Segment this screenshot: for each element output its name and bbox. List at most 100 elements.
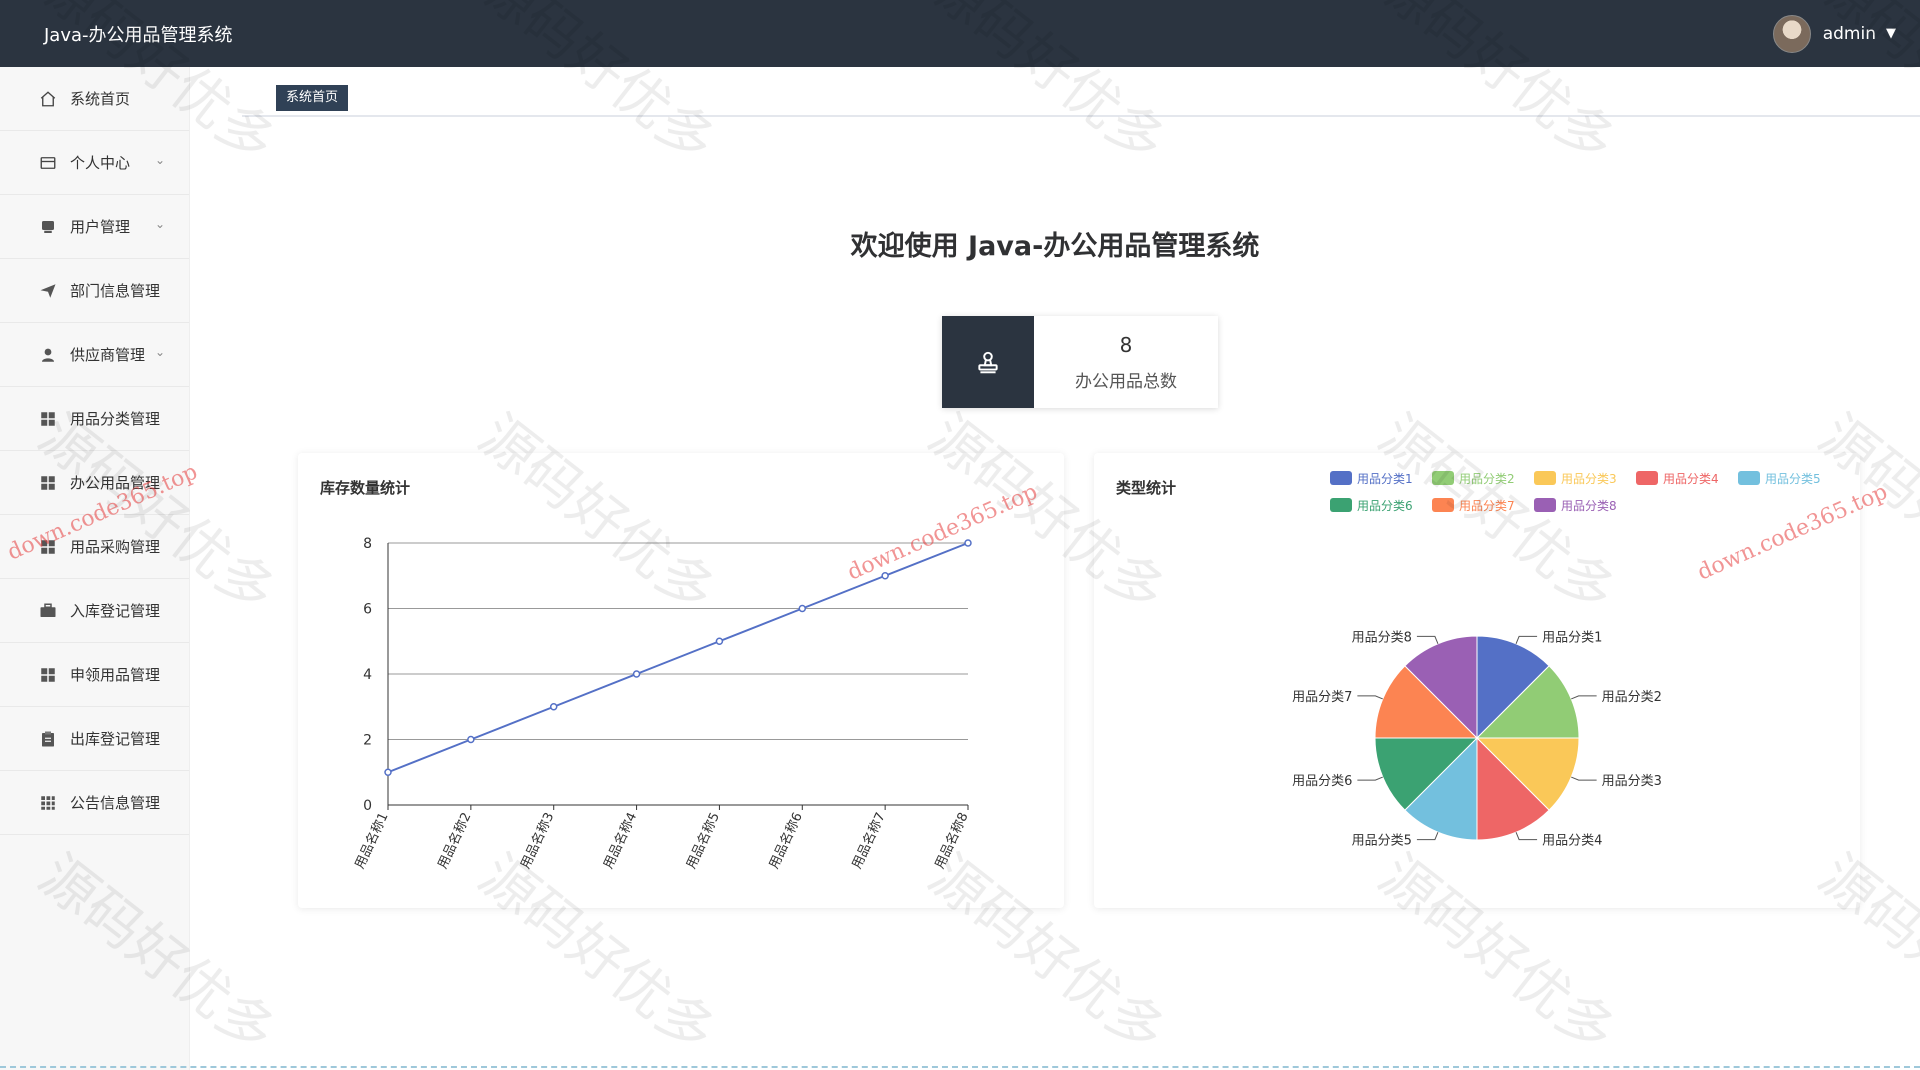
sidebar-item-0[interactable]: 系统首页 xyxy=(0,67,189,131)
data-point[interactable] xyxy=(881,572,889,580)
slice-label: 用品分类6 xyxy=(1292,774,1352,789)
stock-chart-panel: 库存数量统计 0 2 4 6 8 用品名称1 用品名称2 用品名称3 用品名称4 用品名称5 用品名… xyxy=(298,453,1064,908)
data-point[interactable] xyxy=(964,539,972,547)
legend-label[interactable]: 用品分类4 xyxy=(1663,472,1719,486)
grid-icon xyxy=(38,409,58,429)
chevron-down-icon: ⌄ xyxy=(154,345,165,359)
user-menu[interactable]: admin ▼ xyxy=(1772,14,1896,53)
sidebar-item-10[interactable]: 出库登记管理 xyxy=(0,707,189,771)
y-tick-label: 4 xyxy=(363,667,372,683)
sidebar-item-1[interactable]: 个人中心 ⌄ xyxy=(0,131,189,195)
series-line xyxy=(387,542,969,774)
slice-label: 用品分类4 xyxy=(1542,834,1602,849)
grid-icon xyxy=(38,537,58,557)
avatar[interactable] xyxy=(1772,14,1811,53)
legend-label[interactable]: 用品分类3 xyxy=(1561,472,1617,486)
label-leader xyxy=(1416,832,1439,841)
sidebar-item-8[interactable]: 入库登记管理 xyxy=(0,579,189,643)
sidebar-item-3[interactable]: 部门信息管理 xyxy=(0,259,189,323)
x-tick-label: 用品名称1 xyxy=(352,810,392,871)
legend-swatch[interactable] xyxy=(1432,471,1454,485)
sidebar-item-label: 申领用品管理 xyxy=(70,666,161,684)
legend-swatch[interactable] xyxy=(1738,471,1760,485)
x-tick-label: 用品名称2 xyxy=(435,810,475,871)
type-chart-panel: 类型统计 用品分类1 用品分类2 用品分类3 用品分类4 用品分类5 用品分类6 用品分类7… xyxy=(1094,453,1860,908)
legend-swatch[interactable] xyxy=(1432,498,1454,512)
data-point[interactable] xyxy=(384,768,392,776)
x-tick-label: 用品名称6 xyxy=(766,810,806,871)
user-icon xyxy=(38,345,58,365)
sidebar-item-label: 入库登记管理 xyxy=(70,602,161,620)
sidebar-item-label: 出库登记管理 xyxy=(70,730,161,748)
briefcase-icon xyxy=(38,601,58,621)
grid-icon xyxy=(38,473,58,493)
legend-swatch[interactable] xyxy=(1534,498,1556,512)
x-tick-label: 用品名称7 xyxy=(849,810,889,871)
y-tick-label: 0 xyxy=(363,798,372,814)
y-tick-label: 2 xyxy=(363,733,372,749)
data-point[interactable] xyxy=(798,604,807,613)
welcome-title: 欢迎使用 Java-办公用品管理系统 xyxy=(850,231,1260,262)
sidebar-item-11[interactable]: 公告信息管理 xyxy=(0,771,189,835)
sidebar-item-label: 公告信息管理 xyxy=(70,794,161,812)
x-tick-label: 用品名称3 xyxy=(517,810,557,871)
grid-icon xyxy=(38,665,58,685)
label-leader xyxy=(1357,776,1383,781)
legend-swatch[interactable] xyxy=(1330,498,1352,512)
x-tick-label: 用品名称8 xyxy=(932,810,972,871)
stat-label: 办公用品总数 xyxy=(1075,371,1177,392)
legend-swatch[interactable] xyxy=(1534,471,1556,485)
paper-plane-icon xyxy=(38,281,58,301)
sidebar-item-4[interactable]: 供应商管理 ⌄ xyxy=(0,323,189,387)
sidebar-item-6[interactable]: 办公用品管理 xyxy=(0,451,189,515)
clipboard-icon xyxy=(38,729,58,749)
label-leader xyxy=(1416,635,1439,644)
chevron-down-icon: ⌄ xyxy=(154,153,165,167)
data-point[interactable] xyxy=(467,735,475,744)
sidebar-item-label: 个人中心 xyxy=(70,154,131,172)
stat-card: 8 办公用品总数 xyxy=(942,316,1218,408)
slice-label: 用品分类8 xyxy=(1352,630,1412,645)
slice-label: 用品分类2 xyxy=(1602,690,1662,705)
label-leader xyxy=(1357,695,1383,700)
wallet-icon xyxy=(38,153,58,173)
sidebar-item-label: 用品分类管理 xyxy=(70,410,161,428)
user-card-icon xyxy=(38,217,58,237)
chevron-down-icon: ⌄ xyxy=(154,217,165,231)
sidebar-item-label: 办公用品管理 xyxy=(70,474,161,492)
legend-swatch[interactable] xyxy=(1330,471,1352,485)
data-point[interactable] xyxy=(549,703,558,711)
sidebar-item-label: 系统首页 xyxy=(70,90,131,108)
data-point[interactable] xyxy=(632,670,641,678)
legend-label[interactable]: 用品分类8 xyxy=(1561,499,1617,513)
data-point[interactable] xyxy=(715,637,724,645)
main-content: 系统首页 欢迎使用 Java-办公用品管理系统 8 办公用品总数 库存数量统计 … xyxy=(190,67,1920,1070)
legend-label[interactable]: 用品分类2 xyxy=(1459,472,1515,486)
caret-down-icon[interactable]: ▼ xyxy=(1886,26,1896,41)
slice-label: 用品分类7 xyxy=(1292,690,1352,705)
legend-label[interactable]: 用品分类5 xyxy=(1765,472,1821,486)
label-leader xyxy=(1515,635,1538,644)
y-tick-label: 6 xyxy=(363,602,372,618)
legend-swatch[interactable] xyxy=(1636,471,1658,485)
bottom-divider xyxy=(0,1066,1920,1068)
legend-label[interactable]: 用品分类7 xyxy=(1459,499,1515,513)
sidebar-item-label: 用户管理 xyxy=(70,218,131,236)
x-tick-label: 用品名称5 xyxy=(683,810,723,871)
label-leader xyxy=(1571,776,1597,781)
sidebar-item-2[interactable]: 用户管理 ⌄ xyxy=(0,195,189,259)
tag-bar: 系统首页 xyxy=(242,85,1920,117)
legend-label[interactable]: 用品分类6 xyxy=(1357,499,1413,513)
username[interactable]: admin xyxy=(1823,24,1876,44)
sidebar-item-5[interactable]: 用品分类管理 xyxy=(0,387,189,451)
tab-home[interactable]: 系统首页 xyxy=(276,85,349,111)
sidebar-item-label: 部门信息管理 xyxy=(70,282,161,300)
sidebar-item-label: 用品采购管理 xyxy=(70,538,161,556)
legend-label[interactable]: 用品分类1 xyxy=(1357,472,1413,486)
sidebar-item-7[interactable]: 用品采购管理 xyxy=(0,515,189,579)
sidebar-item-9[interactable]: 申领用品管理 xyxy=(0,643,189,707)
app-title: Java-办公用品管理系统 xyxy=(44,24,233,46)
stamp-icon xyxy=(942,316,1034,408)
type-pie-chart: 用品分类1 用品分类2 用品分类3 用品分类4 用品分类5 用品分类6 用品分类7 用品分类8… xyxy=(1292,471,1821,849)
sidebar-item-label: 供应商管理 xyxy=(70,346,146,364)
